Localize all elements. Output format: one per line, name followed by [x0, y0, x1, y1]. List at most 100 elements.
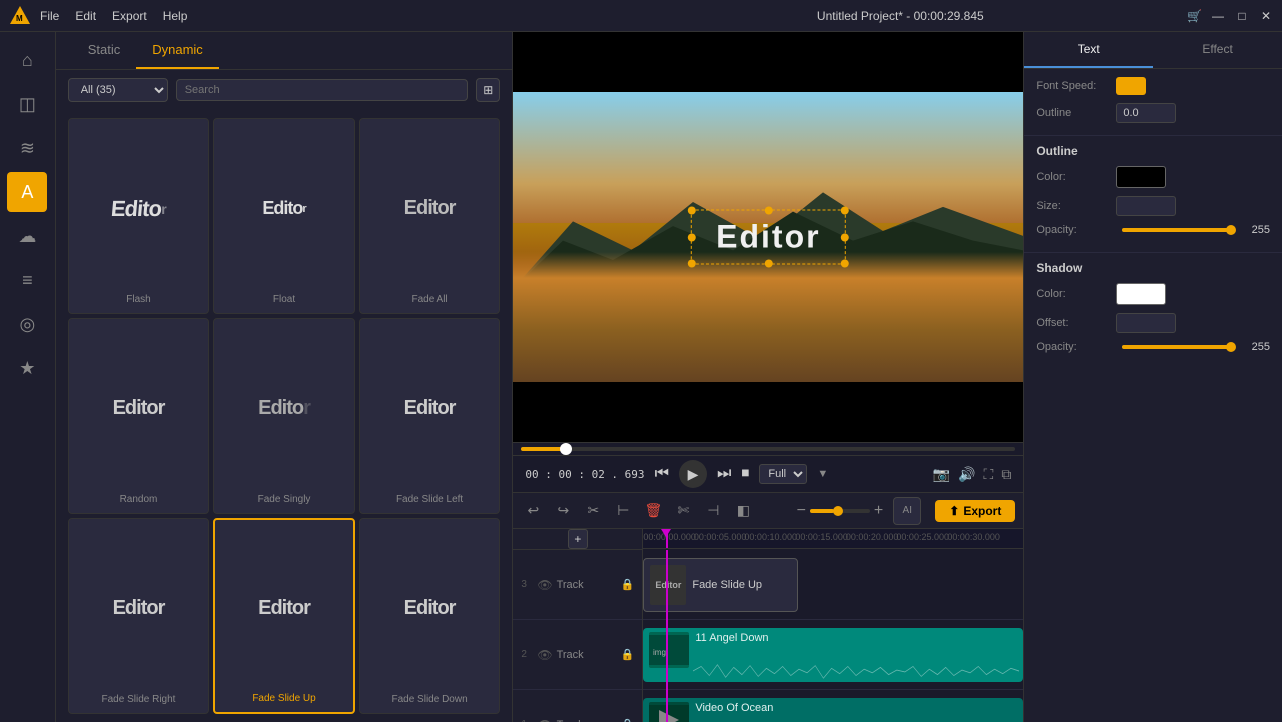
menu-file[interactable]: File [40, 9, 59, 23]
video-preview: Editor [513, 32, 1023, 442]
track-item-video[interactable]: Video Of Ocean [643, 698, 1023, 722]
tab-effect[interactable]: Effect [1153, 32, 1282, 68]
line-space-label: Outline [1036, 107, 1116, 119]
redo-button[interactable]: ↪ [551, 499, 575, 523]
text-styles-panel: Static Dynamic All (35) Basic Fancy ⊞ Ed… [56, 32, 514, 722]
sidebar-item-effects[interactable]: ☁ [7, 216, 47, 256]
style-fade-slide-left[interactable]: Editor Fade Slide Left [359, 318, 501, 514]
track-row-1: Video Of Ocean [643, 690, 1023, 722]
stop-button[interactable]: ⏹ [741, 465, 749, 483]
menu-help[interactable]: Help [163, 9, 188, 23]
svg-text:img: img [653, 648, 666, 657]
screenshot-button[interactable]: 📷 [933, 466, 950, 483]
track-item-audio-video[interactable]: img 11 Angel Down [643, 628, 1023, 682]
shadow-color-picker[interactable] [1116, 283, 1166, 305]
track-visibility-2[interactable]: 👁 [537, 648, 552, 662]
track-labels: 3 👁 Track 🔒 2 👁 Track 🔒 [513, 550, 643, 722]
time-display: 00 : 00 : 02 . 693 [525, 468, 644, 481]
style-fade-slide-down-preview: Editor [404, 527, 456, 690]
export-button[interactable]: ⬆ Export [935, 500, 1015, 522]
sidebar-item-filters[interactable]: ◎ [7, 304, 47, 344]
style-random-preview: Editor [113, 327, 165, 490]
sidebar-item-home[interactable]: ⌂ [7, 40, 47, 80]
quality-select[interactable]: Full 1/2 1/4 [759, 464, 807, 484]
undo-button[interactable]: ↩ [521, 499, 545, 523]
outline-size-input[interactable]: 0.30 [1116, 196, 1176, 216]
window-title: Untitled Project* - 00:00:29.845 [614, 9, 1188, 23]
style-fade-slide-down[interactable]: Editor Fade Slide Down [359, 518, 501, 714]
style-fade-all[interactable]: Editor Fade All [359, 118, 501, 314]
align-button[interactable]: ◧ [731, 499, 755, 523]
style-fade-singly[interactable]: Editor Fade Singly [213, 318, 355, 514]
track-lock-2[interactable]: 🔒 [621, 648, 635, 661]
style-float-label: Float [273, 294, 295, 305]
maximize-button[interactable]: □ [1234, 8, 1250, 24]
zoom-controls: − + [797, 502, 884, 520]
tab-text[interactable]: Text [1024, 32, 1153, 68]
track-visibility-1[interactable]: 👁 [537, 718, 552, 722]
menu-export[interactable]: Export [112, 9, 147, 23]
playhead[interactable] [666, 529, 668, 548]
sidebar-item-layers[interactable]: ◫ [7, 84, 47, 124]
style-fade-all-label: Fade All [412, 294, 448, 305]
sidebar-item-audio[interactable]: ≋ [7, 128, 47, 168]
delete-button[interactable]: 🗑 [641, 499, 665, 523]
sidebar-item-text[interactable]: A [7, 172, 47, 212]
center-area: Editor [513, 32, 1023, 722]
style-filter-dropdown[interactable]: All (35) Basic Fancy [68, 78, 168, 102]
track-item-text[interactable]: Editor Fade Slide Up [643, 558, 798, 612]
track-name-3: Track [557, 579, 617, 591]
minimize-button[interactable]: — [1210, 8, 1226, 24]
prev-button[interactable]: ⏮ [655, 465, 669, 483]
style-flash-label: Flash [126, 294, 150, 305]
style-flash[interactable]: Editor Flash [68, 118, 210, 314]
zoom-out-button[interactable]: − [797, 502, 806, 520]
outline-opacity-thumb [1226, 225, 1236, 235]
style-fade-slide-right[interactable]: Editor Fade Slide Right [68, 518, 210, 714]
zoom-slider[interactable] [810, 509, 870, 513]
svg-text:M: M [16, 14, 23, 23]
grid-view-button[interactable]: ⊞ [476, 78, 500, 102]
separate-button[interactable]: ⊣ [701, 499, 725, 523]
outline-opacity-slider[interactable] [1122, 228, 1234, 232]
track-visibility-3[interactable]: 👁 [537, 578, 552, 592]
outline-opacity-value: 255 [1240, 224, 1270, 236]
tab-dynamic[interactable]: Dynamic [136, 32, 219, 69]
trim-button[interactable]: ⊢ [611, 499, 635, 523]
style-fade-slide-up[interactable]: Editor Fade Slide Up [213, 518, 355, 714]
outline-color-picker[interactable] [1116, 166, 1166, 188]
shadow-offset-input[interactable]: 0.00 [1116, 313, 1176, 333]
progress-bar[interactable] [521, 447, 1015, 451]
volume-button[interactable]: 🔊 [958, 466, 975, 483]
track-lock-1[interactable]: 🔒 [621, 718, 635, 722]
pip-button[interactable]: ⧉ [1001, 466, 1011, 483]
menu-bar: File Edit Export Help [40, 9, 614, 23]
tab-static[interactable]: Static [72, 32, 137, 69]
ruler-offset: + [513, 529, 643, 550]
menu-edit[interactable]: Edit [75, 9, 96, 23]
ai-button[interactable]: AI [893, 497, 921, 525]
style-random[interactable]: Editor Random [68, 318, 210, 514]
zoom-in-button[interactable]: + [874, 502, 883, 520]
cut-button[interactable]: ✂ [581, 499, 605, 523]
split-button[interactable]: ✄ [671, 499, 695, 523]
style-float[interactable]: Editor Float [213, 118, 355, 314]
track-lock-3[interactable]: 🔒 [621, 578, 635, 591]
track-text-thumb: Editor [650, 565, 686, 605]
fullscreen-button[interactable]: ⛶ [984, 466, 994, 483]
play-button[interactable]: ▶ [679, 460, 707, 488]
line-space-input[interactable] [1116, 103, 1176, 123]
playhead-indicator [661, 529, 671, 537]
next-button[interactable]: ⏭ [717, 465, 731, 483]
player-controls: 00 : 00 : 02 . 693 ⏮ ▶ ⏭ ⏹ Full 1/2 1/4 … [513, 455, 1023, 492]
sidebar-item-captions[interactable]: ≡ [7, 260, 47, 300]
shadow-opacity-slider[interactable] [1122, 345, 1234, 349]
cart-icon[interactable]: 🛒 [1187, 9, 1202, 23]
tracks-container: 3 👁 Track 🔒 2 👁 Track 🔒 [513, 550, 1023, 722]
sidebar-item-stickers[interactable]: ★ [7, 348, 47, 388]
style-search-input[interactable] [176, 79, 469, 101]
close-button[interactable]: ✕ [1258, 8, 1274, 24]
timeline-ruler-row: + 00:00:00.000 00:00:05.000 00:00:10.000… [513, 529, 1023, 550]
add-track-button[interactable]: + [568, 529, 588, 549]
progress-thumb[interactable] [560, 443, 572, 455]
